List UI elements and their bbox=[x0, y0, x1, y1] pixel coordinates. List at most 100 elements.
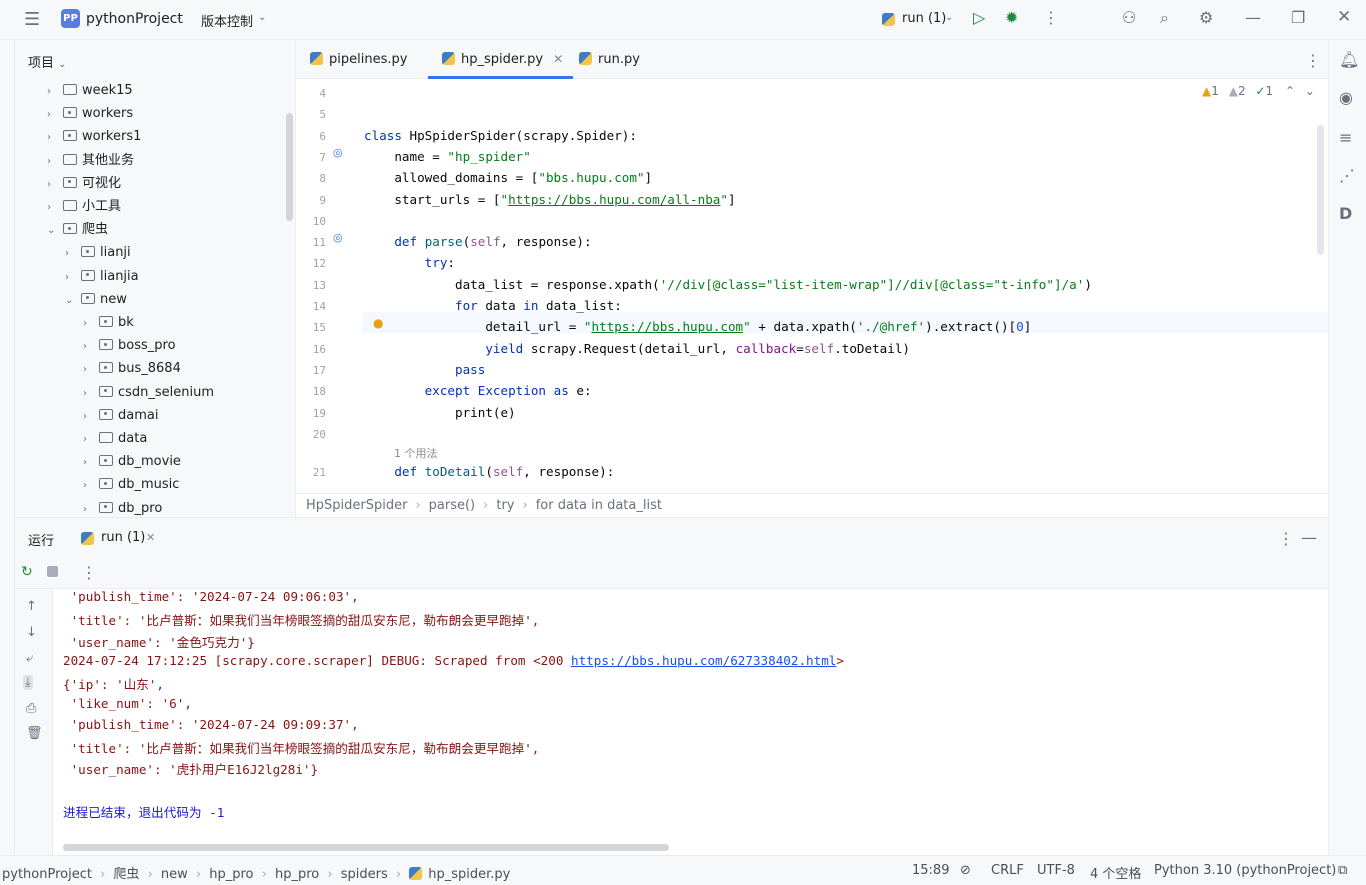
run-tab[interactable]: run (1) bbox=[101, 530, 145, 545]
tab-hp-spider[interactable]: hp_spider.py ✕ bbox=[428, 40, 574, 79]
scrollbar[interactable] bbox=[1317, 125, 1324, 255]
more-icon[interactable]: ⋮ bbox=[81, 563, 97, 582]
soft-wrap-icon[interactable]: ⤶ bbox=[26, 651, 33, 666]
more-icon[interactable]: ⋮ bbox=[1043, 10, 1059, 26]
more-icon[interactable]: ⋮ bbox=[1305, 51, 1321, 70]
chevron-right-icon[interactable]: › bbox=[47, 173, 63, 196]
status-path-item[interactable]: 爬虫 bbox=[113, 867, 139, 882]
tree-item[interactable]: › data bbox=[83, 427, 147, 450]
arrow-up-icon[interactable]: ↑ bbox=[26, 599, 37, 614]
lock-icon[interactable]: ⧉ bbox=[1338, 863, 1347, 878]
tab-run[interactable]: run.py bbox=[579, 40, 640, 79]
tree-item[interactable]: › workers bbox=[47, 102, 133, 125]
tree-item[interactable]: › lianji bbox=[65, 241, 131, 264]
chevron-right-icon[interactable]: › bbox=[83, 451, 99, 474]
tree-item[interactable]: › db_music bbox=[83, 473, 179, 496]
close-icon[interactable]: ✕ bbox=[553, 52, 563, 66]
chevron-right-icon[interactable]: › bbox=[47, 126, 63, 149]
chevron-down-icon[interactable]: ⌄ bbox=[47, 219, 63, 242]
usage-hint[interactable]: 1 个用法 bbox=[394, 445, 438, 461]
add-user-icon[interactable]: ⚇ bbox=[1122, 10, 1136, 26]
tree-item[interactable]: › 其他业务 bbox=[47, 149, 134, 172]
chevron-down-icon[interactable]: ⌄ bbox=[945, 13, 953, 23]
minimize-icon[interactable]: — bbox=[1301, 528, 1317, 547]
status-path-item[interactable]: pythonProject bbox=[2, 867, 92, 882]
more-icon[interactable]: ⋮ bbox=[1278, 529, 1294, 548]
sciview-icon[interactable]: ⋰ bbox=[1339, 166, 1355, 185]
tree-item[interactable]: › 可视化 bbox=[47, 172, 121, 195]
chevron-right-icon[interactable]: › bbox=[83, 405, 99, 428]
ai-assistant-icon[interactable]: ◉ bbox=[1339, 88, 1353, 107]
d-icon[interactable]: D bbox=[1339, 204, 1352, 223]
print-icon[interactable]: ⎙ bbox=[26, 701, 36, 716]
chevron-right-icon[interactable]: › bbox=[47, 150, 63, 173]
tree-item[interactable]: › boss_pro bbox=[83, 334, 176, 357]
chevron-right-icon[interactable]: › bbox=[83, 428, 99, 451]
chevron-down-icon[interactable]: ⌄ bbox=[258, 13, 266, 23]
scrollbar[interactable] bbox=[286, 113, 293, 221]
vcs-menu[interactable]: 版本控制 bbox=[201, 11, 253, 30]
breadcrumb-item[interactable]: try bbox=[496, 498, 514, 513]
tree-item[interactable]: › week15 bbox=[47, 79, 133, 102]
console-link[interactable]: https://bbs.hupu.com/627338402.html bbox=[571, 653, 836, 668]
chevron-right-icon[interactable]: › bbox=[65, 266, 81, 289]
chevron-down-icon[interactable]: ⌄ bbox=[175, 13, 183, 23]
tree-item[interactable]: › bk bbox=[83, 311, 134, 334]
tree-item[interactable]: › 小工具 bbox=[47, 195, 121, 218]
chevron-right-icon[interactable]: › bbox=[47, 196, 63, 219]
chevron-up-icon[interactable]: ⌃ bbox=[1285, 84, 1295, 98]
search-icon[interactable]: ⌕ bbox=[1160, 10, 1169, 26]
menu-icon[interactable]: ☰ bbox=[24, 11, 40, 29]
interpreter[interactable]: Python 3.10 (pythonProject) bbox=[1154, 863, 1336, 878]
tree-item[interactable]: › damai bbox=[83, 404, 158, 427]
breadcrumb-item[interactable]: for data in data_list bbox=[536, 498, 662, 513]
arrow-down-icon[interactable]: ↓ bbox=[26, 625, 37, 640]
line-separator[interactable]: CRLF bbox=[991, 863, 1024, 878]
inspection-widget[interactable]: ▲1 ▲2 ✓1 ⌃ ⌄ bbox=[1202, 84, 1315, 98]
tree-item[interactable]: ⌄ new bbox=[65, 288, 127, 311]
tab-pipelines[interactable]: pipelines.py bbox=[310, 40, 407, 79]
lightbulb-icon[interactable]: ● bbox=[373, 316, 383, 330]
tree-item[interactable]: › db_movie bbox=[83, 450, 181, 473]
notifications-icon[interactable]: 🔔︎ bbox=[1339, 50, 1359, 69]
chevron-right-icon[interactable]: › bbox=[83, 498, 99, 517]
tree-item[interactable]: › workers1 bbox=[47, 125, 141, 148]
chevron-right-icon[interactable]: › bbox=[83, 382, 99, 405]
chevron-right-icon[interactable]: › bbox=[65, 242, 81, 265]
run-icon[interactable]: ▷ bbox=[973, 10, 985, 26]
project-panel-header[interactable]: 项目 ⌄ bbox=[15, 40, 295, 78]
status-path-item[interactable]: hp_pro bbox=[275, 867, 319, 882]
breadcrumb-item[interactable]: HpSpiderSpider bbox=[306, 498, 407, 513]
file-encoding[interactable]: UTF-8 bbox=[1037, 863, 1075, 878]
database-icon[interactable]: ≡ bbox=[1339, 128, 1352, 147]
tree-item[interactable]: › bus_8684 bbox=[83, 357, 181, 380]
run-config[interactable]: run (1) bbox=[902, 11, 946, 26]
tree-item[interactable]: › csdn_selenium bbox=[83, 381, 214, 404]
chevron-right-icon[interactable]: › bbox=[83, 312, 99, 335]
breadcrumb-item[interactable]: parse() bbox=[429, 498, 475, 513]
status-path-item[interactable]: new bbox=[161, 867, 188, 882]
rerun-icon[interactable]: ↻ bbox=[21, 564, 33, 580]
chevron-right-icon[interactable]: › bbox=[47, 80, 63, 103]
chevron-right-icon[interactable]: › bbox=[47, 103, 63, 126]
caret-position[interactable]: 15:89 bbox=[912, 863, 949, 878]
tree-item[interactable]: › lianjia bbox=[65, 265, 139, 288]
close-icon[interactable]: ✕ bbox=[1337, 9, 1351, 26]
status-path-item[interactable]: hp_pro bbox=[209, 867, 253, 882]
readonly-icon[interactable]: ⊘ bbox=[960, 863, 971, 878]
tree-item[interactable]: ⌄ 爬虫 bbox=[47, 218, 108, 241]
chevron-right-icon[interactable]: › bbox=[83, 335, 99, 358]
chevron-down-icon[interactable]: ⌄ bbox=[65, 289, 81, 312]
trash-icon[interactable]: 🗑︎ bbox=[26, 726, 43, 741]
tree-item[interactable]: › db_pro bbox=[83, 497, 162, 517]
override-icon[interactable]: ◎ bbox=[333, 146, 343, 159]
maximize-icon[interactable]: ❐ bbox=[1291, 10, 1305, 26]
indent-setting[interactable]: 4 个空格 bbox=[1090, 863, 1141, 882]
scroll-to-end-icon[interactable]: ⤓ bbox=[23, 675, 33, 690]
stop-icon[interactable] bbox=[47, 566, 58, 577]
scrollbar[interactable] bbox=[63, 844, 669, 851]
status-path-item[interactable]: hp_spider.py bbox=[428, 867, 510, 882]
debug-icon[interactable]: ✹ bbox=[1005, 10, 1018, 26]
chevron-right-icon[interactable]: › bbox=[83, 358, 99, 381]
override-icon[interactable]: ◎ bbox=[333, 231, 343, 244]
